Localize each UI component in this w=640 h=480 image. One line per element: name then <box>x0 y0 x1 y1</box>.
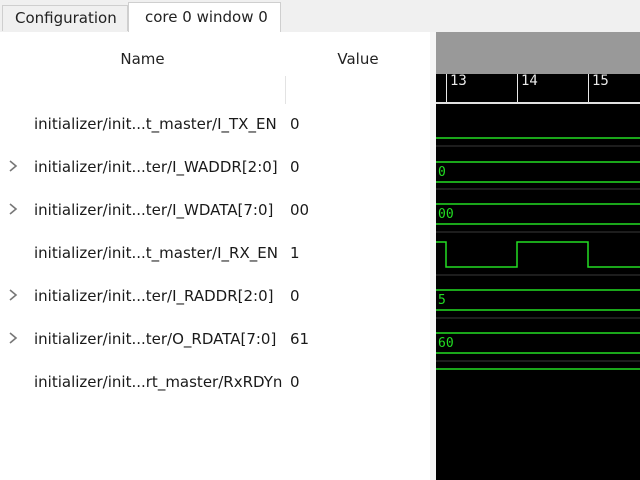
wave-o-rdata-value: 60 <box>438 336 454 351</box>
column-header-label: Name <box>120 50 165 68</box>
signal-name: initializer/init...ter/O_RDATA[7:0] <box>34 330 277 348</box>
wave-i-wdata-value: 00 <box>438 207 454 222</box>
signal-row[interactable]: initializer/init...ter/I_WADDR[2:0] 0 <box>0 147 430 190</box>
column-header-name[interactable]: Name <box>0 44 285 74</box>
ruler-tick-label: 14 <box>521 73 538 89</box>
signal-name: initializer/init...ter/I_WDATA[7:0] <box>34 201 274 219</box>
signal-name: initializer/init...rt_master/RxRDYn <box>34 373 283 391</box>
signal-value: 0 <box>290 373 300 391</box>
chevron-right-icon[interactable] <box>8 288 20 304</box>
ruler-tick-label: 15 <box>592 73 609 89</box>
tab-core-0-window-0[interactable]: core 0 window 0 <box>128 2 281 32</box>
signal-value: 00 <box>290 201 310 219</box>
signal-value: 0 <box>290 287 300 305</box>
waveform-canvas: 0 00 5 60 <box>436 137 640 370</box>
signal-value: 61 <box>290 330 310 348</box>
ruler-tick-label: 13 <box>450 73 467 89</box>
signal-value: 1 <box>290 244 300 262</box>
signal-value: 0 <box>290 115 300 133</box>
column-header-value[interactable]: Value <box>286 44 430 74</box>
column-separator[interactable] <box>285 76 286 104</box>
ruler-tick <box>517 74 518 102</box>
signal-row[interactable]: initializer/init...ter/I_WDATA[7:0] 00 <box>0 190 430 233</box>
tab-bar: Configuration core 0 window 0 <box>0 0 640 33</box>
signal-row[interactable]: initializer/init...ter/I_RADDR[2:0] 0 <box>0 276 430 319</box>
wave-i-rx-en <box>436 241 640 268</box>
signal-row[interactable]: initializer/init...t_master/I_RX_EN 1 <box>0 233 430 276</box>
wave-i-waddr-value: 0 <box>438 165 446 180</box>
tab-configuration[interactable]: Configuration <box>2 5 128 31</box>
signal-name: initializer/init...ter/I_RADDR[2:0] <box>34 287 274 305</box>
waveform-header <box>436 32 640 74</box>
chevron-right-icon[interactable] <box>8 159 20 175</box>
signal-name: initializer/init...t_master/I_TX_EN <box>34 115 277 133</box>
tab-label: Configuration <box>15 9 117 27</box>
signal-row[interactable]: initializer/init...t_master/I_TX_EN 0 <box>0 104 430 147</box>
signal-value: 0 <box>290 158 300 176</box>
waveform-area[interactable]: 0 00 5 60 <box>436 104 640 480</box>
signal-name: initializer/init...ter/I_WADDR[2:0] <box>34 158 278 176</box>
chevron-right-icon[interactable] <box>8 202 20 218</box>
signal-name: initializer/init...t_master/I_RX_EN <box>34 244 278 262</box>
tab-label: core 0 window 0 <box>145 8 268 26</box>
signal-row[interactable]: initializer/init...rt_master/RxRDYn 0 <box>0 362 430 405</box>
column-header-label: Value <box>337 50 379 68</box>
time-ruler[interactable]: 13 14 15 <box>436 73 640 104</box>
signal-row[interactable]: initializer/init...ter/O_RDATA[7:0] 61 <box>0 319 430 362</box>
wave-i-raddr-value: 5 <box>438 293 446 308</box>
chevron-right-icon[interactable] <box>8 331 20 347</box>
ruler-tick <box>446 74 447 102</box>
ruler-tick <box>588 74 589 102</box>
